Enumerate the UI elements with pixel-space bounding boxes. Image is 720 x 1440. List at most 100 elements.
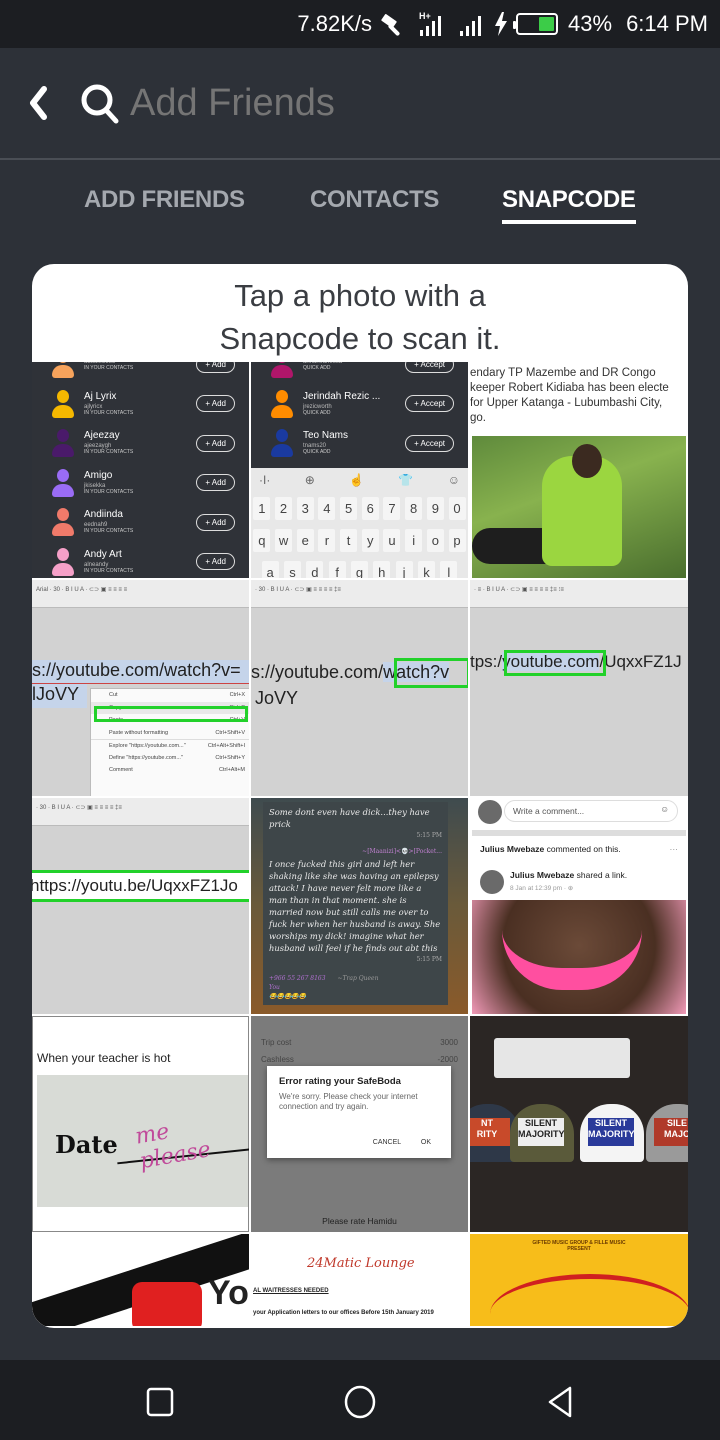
photo-tile[interactable]: You bbox=[32, 1234, 249, 1326]
news-line: for Upper Katanga - Lubumbashi City, bbox=[470, 397, 663, 409]
photo-tile[interactable]: When your teacher is hot Date me please bbox=[32, 1016, 249, 1232]
dialog-actions: CANCEL OK bbox=[373, 1139, 431, 1146]
tab-add-friends[interactable]: ADD FRIENDS bbox=[84, 186, 245, 214]
contact-source: IN YOUR CONTACTS bbox=[84, 409, 134, 416]
photo-tile[interactable]: · 30 · B I U A · ⊂⊃ ▣ ≡ ≡ ≡ ≡ ‡≡ https:/… bbox=[32, 798, 249, 1014]
home-button[interactable] bbox=[340, 1382, 380, 1422]
photo-tile[interactable]: Trip cost 3000 Cashless -2000 Error rati… bbox=[251, 1016, 468, 1232]
keyboard-row: asdfghjkl bbox=[251, 556, 468, 578]
post-time: 8 Jan at 12:39 pm · ⊕ bbox=[510, 885, 574, 892]
system-nav-bar bbox=[0, 1360, 720, 1440]
photo-tile[interactable]: GIFTED MUSIC GROUP & FILLE MUSIC PRESENT bbox=[470, 1234, 688, 1326]
row-value: 3000 bbox=[440, 1038, 458, 1047]
photo-tile[interactable]: endary TP Mazembe and DR Congo keeper Rob… bbox=[470, 362, 688, 578]
photo-tile[interactable]: ·I· ⊕ ☝ 👕 ☺ 1234567890qwertyuiopasdfghjk… bbox=[251, 362, 468, 578]
key: s bbox=[283, 560, 301, 578]
gesture-icon: ☝ bbox=[349, 473, 365, 487]
key: f bbox=[328, 560, 346, 578]
menu-label: Explore "https://youtube.com..." bbox=[109, 742, 186, 749]
post-header: Julius Mwebaze shared a link. bbox=[510, 870, 627, 880]
emoji-icon: ☺ bbox=[447, 473, 460, 487]
chat-message: Some dont even have dick...they have pri… bbox=[269, 807, 430, 829]
news-line: keeper Robert Kidiaba has been electe bbox=[470, 382, 669, 394]
cap-label: SILENT MAJORITY bbox=[588, 1118, 635, 1146]
contact-source: QUICK ADD bbox=[303, 449, 331, 455]
chevron-left-icon bbox=[30, 86, 47, 120]
menu-shortcut: Ctrl+Alt+Shift+I bbox=[207, 742, 245, 749]
doc-line: https://youtu.be/UqxxFZ1Jo bbox=[32, 876, 238, 895]
clock: 6:14 PM bbox=[626, 11, 708, 36]
contact-row: Amigo jkisekka IN YOUR CONTACTS + Add bbox=[40, 463, 241, 503]
cap: SILENT MAJORITY bbox=[510, 1104, 574, 1162]
post-text: shared a link. bbox=[574, 870, 628, 880]
photo-tile[interactable]: NT RITY SILENT MAJORITY SILENT MAJORITY … bbox=[470, 1016, 688, 1232]
back-nav-button[interactable] bbox=[540, 1382, 580, 1422]
recents-button[interactable] bbox=[140, 1382, 180, 1422]
bitmoji-avatar-icon bbox=[271, 362, 293, 378]
context-menu-item: Define "https://youtube.com..." Ctrl+Shif… bbox=[91, 752, 249, 765]
contact-source: IN YOUR CONTACTS bbox=[84, 488, 134, 495]
contact-texts: Amigo jkisekka IN YOUR CONTACTS bbox=[84, 470, 196, 495]
key: k bbox=[417, 560, 435, 578]
theme-icon: 👕 bbox=[398, 473, 414, 487]
contact-username: jkisekka bbox=[84, 482, 106, 489]
contact-texts: Teo Nams tnams20 QUICK ADD bbox=[303, 431, 405, 455]
contact-name: Ajeezay bbox=[84, 430, 120, 441]
bitmoji-avatar-icon bbox=[52, 508, 74, 536]
youtube-image: You bbox=[32, 1234, 249, 1326]
ok-button: OK bbox=[420, 1139, 431, 1146]
chat-reply-label: You bbox=[269, 984, 280, 991]
comment-field: Write a comment... ☺ bbox=[504, 800, 678, 822]
key: 9 bbox=[426, 496, 444, 520]
add-button: + Add bbox=[196, 434, 235, 452]
tab-snapcode[interactable]: SNAPCODE bbox=[502, 186, 636, 224]
key: 6 bbox=[361, 496, 379, 520]
photo-tile[interactable]: Write a comment... ☺ Julius Mwebaze comme… bbox=[470, 798, 688, 1014]
add-button: + Accept bbox=[405, 395, 454, 412]
add-button: + Add bbox=[196, 395, 235, 412]
key: 3 bbox=[296, 496, 314, 520]
dialog-title: Error rating your SafeBoda bbox=[279, 1076, 401, 1087]
doc-text: tps:/ bbox=[470, 652, 503, 671]
photo-tile[interactable]: · 30 · B I U A · ⊂⊃ ▣ ≡ ≡ ≡ ≡ ‡≡ s://you… bbox=[251, 580, 468, 796]
contact-texts: aduale3585 IN YOUR CONTACTS bbox=[84, 362, 196, 371]
chat-bubble: +966 55 267 8163 ~Trap Queen You 😂😂😂😂😂 bbox=[263, 970, 448, 1005]
tab-contacts[interactable]: CONTACTS bbox=[310, 186, 439, 214]
doc-toolbar: · 30 · B I U A · ⊂⊃ ▣ ≡ ≡ ≡ ≡ ‡≡ bbox=[251, 580, 468, 608]
photo-tile[interactable]: Some dont even have dick...they have pri… bbox=[251, 798, 468, 1014]
signal-icon: H+ bbox=[416, 10, 450, 38]
rate-prompt: Please rate Hamidu bbox=[322, 1216, 397, 1226]
poster-swoosh bbox=[490, 1274, 688, 1326]
card-title-line2: Snapcode to scan it. bbox=[219, 321, 501, 356]
row-value: -2000 bbox=[437, 1055, 458, 1064]
context-menu-item: Cut Ctrl+X bbox=[91, 689, 249, 702]
photo-tile[interactable]: · ≡ · B I U A · ⊂⊃ ▣ ≡ ≡ ≡ ≡ ‡≡ ⁝≡ tps:/… bbox=[470, 580, 688, 796]
back-button[interactable] bbox=[24, 83, 54, 123]
emoji-icon: ☺ bbox=[660, 804, 669, 814]
photo-tile[interactable]: aduale3585 IN YOUR CONTACTS + Add Aj Lyrix a… bbox=[32, 362, 249, 578]
quick-add-screenshot: ·I· ⊕ ☝ 👕 ☺ 1234567890qwertyuiopasdfghjk… bbox=[251, 362, 468, 578]
home-circle-icon bbox=[344, 1385, 376, 1419]
hammer-icon bbox=[380, 11, 408, 37]
key: g bbox=[350, 560, 368, 578]
search-icon bbox=[81, 84, 119, 124]
lounge-flyer: 24Matic Lounge AL WAITRESSES NEEDED your… bbox=[251, 1234, 468, 1326]
comment-placeholder: Write a comment... bbox=[513, 806, 585, 816]
chat-bubble: ~[Maanizi]<💀>[Pocket... I once fucked th… bbox=[263, 842, 448, 970]
photo-tile[interactable]: Arial · 30 · B I U A · ⊂⊃ ▣ ≡ ≡ ≡ ≡ s://… bbox=[32, 580, 249, 796]
snapcode-photo-picker: Tap a photo with a Snapcode to scan it. … bbox=[32, 264, 688, 1328]
context-menu-item: Paste without formatting Ctrl+Shift+V bbox=[91, 727, 249, 740]
contact-name: Andiinda bbox=[84, 509, 123, 520]
context-menu-item: Explore "https://youtube.com..." Ctrl+Alt… bbox=[91, 739, 249, 752]
add-button: + Add bbox=[196, 553, 235, 570]
contact-source: IN YOUR CONTACTS bbox=[84, 365, 134, 371]
add-button: + Accept bbox=[405, 362, 454, 373]
search-input[interactable] bbox=[130, 81, 650, 125]
doc-line: lJoVY bbox=[32, 684, 88, 708]
highlight-box bbox=[94, 706, 248, 722]
meme-caption: When your teacher is hot bbox=[37, 1051, 171, 1065]
contact-row: Aj Lyrix ajlyricx IN YOUR CONTACTS + Add bbox=[40, 384, 241, 424]
chat-bubble: Some dont even have dick...they have pri… bbox=[263, 802, 448, 846]
doc-text: /UqxxFZ1J bbox=[599, 652, 682, 671]
photo-tile[interactable]: 24Matic Lounge AL WAITRESSES NEEDED your… bbox=[251, 1234, 468, 1326]
